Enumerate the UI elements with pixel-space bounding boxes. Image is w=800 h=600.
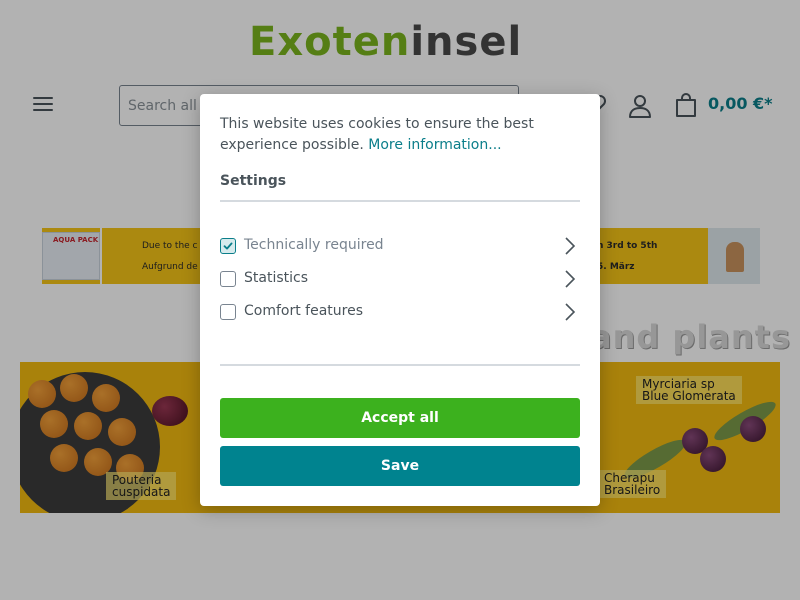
accept-all-button[interactable]: Accept all xyxy=(220,398,580,438)
check-icon xyxy=(223,242,233,250)
statistics-checkbox[interactable] xyxy=(220,271,236,287)
cookie-option-comfort-features[interactable]: Comfort features xyxy=(220,300,580,324)
chevron-right-icon[interactable] xyxy=(564,236,576,256)
technically-required-checkbox[interactable] xyxy=(220,238,236,254)
more-information-link[interactable]: More information... xyxy=(368,137,501,153)
comfort-features-checkbox[interactable] xyxy=(220,304,236,320)
chevron-right-icon[interactable] xyxy=(564,302,576,322)
statistics-label: Statistics xyxy=(244,270,308,286)
comfort-features-label: Comfort features xyxy=(244,303,364,319)
save-button[interactable]: Save xyxy=(220,446,580,486)
divider xyxy=(220,200,580,202)
cookie-intro: This website uses cookies to ensure the … xyxy=(220,114,580,156)
chevron-right-icon[interactable] xyxy=(564,269,576,289)
settings-heading: Settings xyxy=(220,173,287,189)
technically-required-label: Technically required xyxy=(244,237,384,253)
cookie-option-statistics[interactable]: Statistics xyxy=(220,267,580,291)
cookie-consent-modal: This website uses cookies to ensure the … xyxy=(200,94,600,506)
cookie-option-technically-required[interactable]: Technically required xyxy=(220,234,580,258)
divider xyxy=(220,364,580,366)
